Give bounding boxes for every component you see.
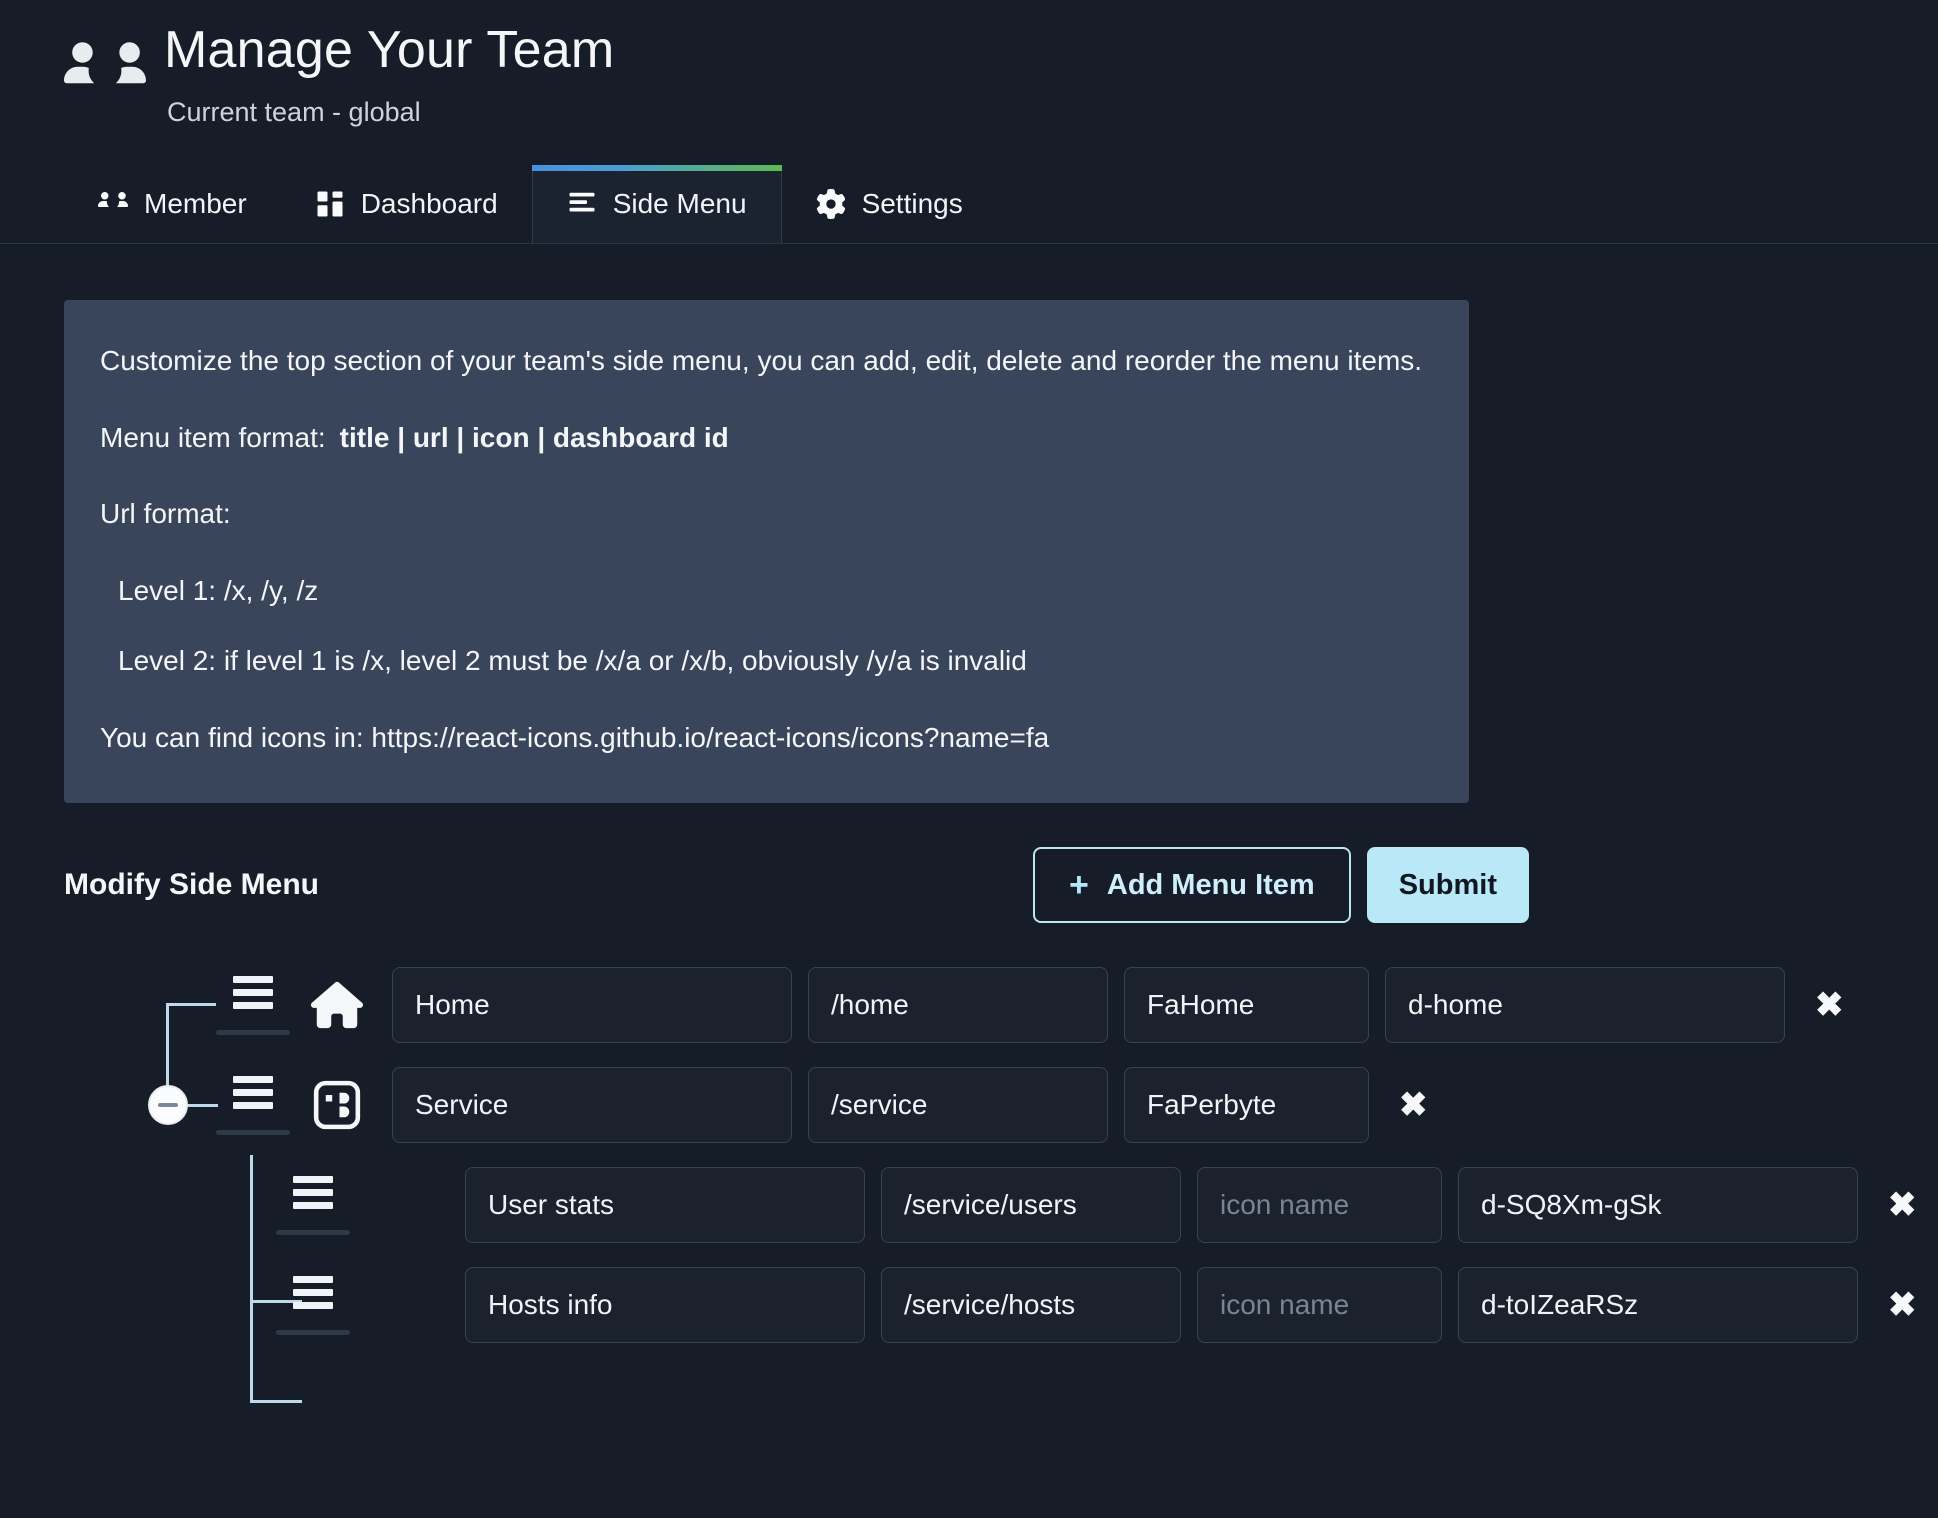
info-panel: Customize the top section of your team's… (64, 300, 1469, 804)
tab-dashboard[interactable]: Dashboard (281, 165, 532, 243)
dashboard-icon (315, 189, 345, 219)
minus-icon (158, 1103, 178, 1108)
info-format-line: Menu item format: title | url | icon | da… (100, 417, 1433, 460)
menu-item-icon-input[interactable] (1124, 967, 1369, 1044)
tab-member[interactable]: Member (64, 165, 281, 243)
menu-item-title-input[interactable] (465, 1167, 865, 1244)
list-icon (567, 189, 597, 219)
drag-handle-underline (216, 1129, 290, 1135)
add-menu-item-button[interactable]: + Add Menu Item (1033, 847, 1351, 924)
info-level-2: Level 2: if level 1 is /x, level 2 must … (118, 645, 1027, 677)
hamburger-icon (293, 1175, 333, 1209)
hamburger-icon (233, 975, 273, 1009)
menu-item-url-input[interactable] (881, 1167, 1181, 1244)
info-url-format-label: Url format: (100, 498, 231, 530)
delete-menu-item-button[interactable]: ✖ (1807, 982, 1852, 1028)
delete-menu-item-button[interactable]: ✖ (1391, 1082, 1436, 1128)
tab-label: Member (144, 188, 247, 219)
add-menu-item-label: Add Menu Item (1106, 868, 1315, 901)
menu-item-row: ✖ (64, 955, 1874, 1055)
drag-handle[interactable] (216, 1075, 290, 1135)
tree-connector-children-vertical (250, 1155, 253, 1404)
tab-settings[interactable]: Settings (782, 165, 997, 243)
menu-item-row: ✖ (64, 1255, 1917, 1355)
tab-side-menu[interactable]: Side Menu (531, 165, 782, 243)
menu-item-row: ✖ (64, 1155, 1917, 1255)
page-title: Manage Your Team (164, 21, 615, 79)
modify-side-menu-bar: Modify Side Menu + Add Menu Item Submit (64, 847, 1874, 924)
menu-item-url-input[interactable] (881, 1267, 1181, 1344)
drag-handle-underline (216, 1029, 290, 1035)
users-icon (98, 189, 128, 219)
plus-icon: + (1069, 866, 1089, 905)
hamburger-icon (293, 1275, 333, 1309)
info-format-label: Menu item format: (100, 421, 326, 453)
perbyte-icon (308, 1076, 366, 1134)
users-icon (64, 34, 146, 116)
tab-label: Settings (861, 188, 963, 219)
menu-item-url-input[interactable] (808, 1067, 1108, 1144)
info-icons-hint: You can find icons in: https://react-ico… (100, 721, 1050, 753)
gear-icon (816, 189, 846, 219)
tab-label: Side Menu (612, 188, 747, 219)
menu-item-url-input[interactable] (808, 967, 1108, 1044)
tree-connector-hostsinfo-elbow (250, 1400, 302, 1404)
menu-item-icon-input[interactable] (1124, 1067, 1369, 1144)
modify-side-menu-title: Modify Side Menu (64, 868, 319, 902)
delete-menu-item-button[interactable]: ✖ (1880, 1182, 1925, 1228)
menu-item-dashboard-id-input[interactable] (1458, 1267, 1858, 1344)
menu-item-title-input[interactable] (465, 1267, 865, 1344)
delete-menu-item-button[interactable]: ✖ (1880, 1282, 1925, 1328)
menu-item-title-input[interactable] (392, 967, 792, 1044)
menu-item-icon-input[interactable] (1197, 1267, 1442, 1344)
current-team-label: Current team - global (167, 97, 421, 127)
menu-item-row: ✖ (64, 1055, 1874, 1155)
tab-label: Dashboard (360, 188, 498, 219)
drag-handle[interactable] (216, 975, 290, 1035)
drag-handle[interactable] (276, 1175, 350, 1235)
tab-bar: Member Dashboard Side Menu Settings (0, 160, 1938, 244)
modify-actions: + Add Menu Item Submit (1033, 847, 1874, 924)
menu-item-icon-input[interactable] (1197, 1167, 1442, 1244)
hamburger-icon (233, 1075, 273, 1109)
submit-button[interactable]: Submit (1366, 847, 1529, 924)
menu-items-tree: ✖ ✖ (64, 955, 1917, 1404)
tree-connector-service-elbow (186, 1104, 218, 1108)
menu-item-dashboard-id-input[interactable] (1458, 1167, 1858, 1244)
home-icon (308, 976, 366, 1034)
info-format-value: title | url | icon | dashboard id (339, 421, 729, 453)
collapse-toggle-button[interactable] (148, 1085, 188, 1126)
menu-item-title-input[interactable] (392, 1067, 792, 1144)
tree-connector-home-elbow (166, 1003, 216, 1007)
page-header: Manage Your Team Current team - global (0, 0, 1938, 160)
info-description: Customize the top section of your team's… (100, 345, 1423, 376)
info-level-1: Level 1: /x, /y, /z (118, 574, 319, 606)
drag-handle[interactable] (276, 1275, 350, 1335)
drag-handle-underline (276, 1229, 350, 1235)
drag-handle-underline (276, 1329, 350, 1335)
menu-item-dashboard-id-input[interactable] (1385, 967, 1785, 1044)
